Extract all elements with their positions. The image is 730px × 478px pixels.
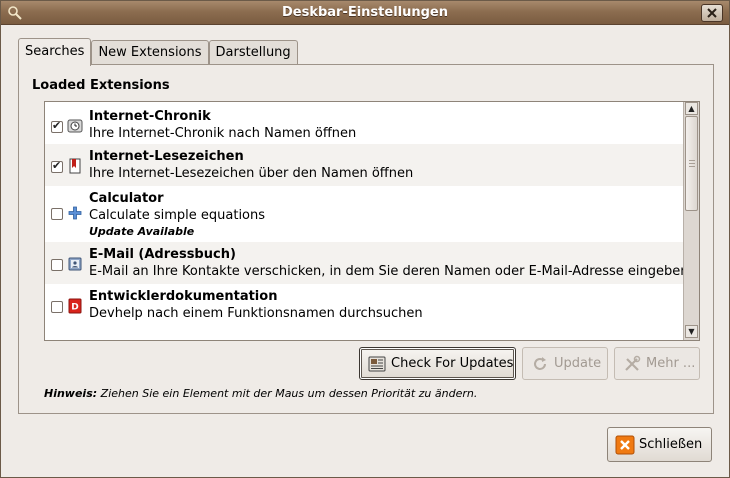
update-button[interactable]: Update [522, 347, 608, 380]
enable-checkbox[interactable] [51, 159, 63, 173]
close-dialog-icon [614, 434, 636, 456]
extensions-list: Internet-Chronik Ihre Internet-Chronik n… [44, 101, 700, 341]
tab-new-extensions[interactable]: New Extensions [91, 40, 209, 66]
scroll-down-arrow-icon[interactable]: ▼ [685, 325, 698, 338]
devhelp-icon: D [68, 298, 82, 314]
extensions-list-viewport: Internet-Chronik Ihre Internet-Chronik n… [45, 102, 683, 340]
title-bar[interactable]: Deskbar-Einstellungen [1, 1, 729, 25]
extension-name: E-Mail (Adressbuch) [89, 247, 236, 262]
list-item[interactable]: Internet-Chronik Ihre Internet-Chronik n… [45, 102, 683, 144]
plus-icon [68, 206, 82, 220]
searches-panel: Loaded Extensions Internet-Chronik Ihre … [18, 64, 714, 414]
tab-darstellung[interactable]: Darstellung [208, 40, 298, 66]
extension-description: Calculate simple equations [89, 208, 266, 223]
list-item[interactable]: Calculator Calculate simple equations Up… [45, 186, 683, 242]
check-for-updates-button[interactable]: Check For Updates [359, 347, 516, 380]
more-label: Mehr ... [646, 356, 696, 371]
enable-checkbox[interactable] [51, 259, 63, 271]
scroll-up-arrow-icon[interactable]: ▲ [685, 102, 698, 115]
scroll-grip [689, 166, 695, 167]
loaded-extensions-heading: Loaded Extensions [32, 78, 170, 93]
tab-searches[interactable]: Searches [18, 38, 92, 66]
enable-checkbox[interactable] [51, 119, 63, 133]
extension-description: Devhelp nach einem Funktionsnamen durchs… [89, 306, 423, 321]
close-button[interactable]: Schließen [607, 427, 712, 462]
scroll-grip [689, 160, 695, 161]
tab-bar: Searches New Extensions Darstellung [18, 38, 298, 66]
hint-text: Hinweis: Ziehen Sie ein Element mit der … [44, 387, 477, 400]
check-for-updates-label: Check For Updates [391, 356, 514, 371]
extension-description: Ihre Internet-Chronik nach Namen öffnen [89, 126, 357, 141]
extension-name: Calculator [89, 191, 164, 206]
scroll-grip [689, 163, 695, 164]
bookmark-icon [69, 158, 81, 174]
refresh-icon [529, 353, 551, 375]
check-updates-icon [366, 353, 388, 375]
svg-text:D: D [71, 303, 78, 313]
extension-name: Entwicklerdokumentation [89, 289, 278, 304]
hint-body: Ziehen Sie ein Element mit der Maus um d… [97, 387, 478, 400]
list-scrollbar[interactable]: ▲ ▼ [683, 102, 699, 340]
update-label: Update [554, 356, 602, 371]
more-button[interactable]: Mehr ... [614, 347, 700, 380]
hint-label: Hinweis: [44, 387, 98, 400]
close-icon [707, 8, 717, 18]
extension-description: Ihre Internet-Lesezeichen über den Namen… [89, 166, 414, 181]
list-item[interactable]: Internet-Lesezeichen Ihre Internet-Lesez… [45, 144, 683, 186]
enable-checkbox[interactable] [51, 301, 63, 313]
enable-checkbox[interactable] [51, 208, 63, 220]
list-item[interactable]: E-Mail (Adressbuch) E-Mail an Ihre Konta… [45, 242, 683, 284]
extension-description: E-Mail an Ihre Kontakte verschicken, in … [89, 264, 683, 279]
window-close-button[interactable] [701, 4, 723, 22]
extension-name: Internet-Lesezeichen [89, 149, 244, 164]
close-label: Schließen [639, 437, 703, 452]
preferences-window: Deskbar-Einstellungen Searches New Exten… [0, 0, 730, 478]
list-item[interactable]: D Entwicklerdokumentation Devhelp nach e… [45, 284, 683, 326]
scroll-thumb[interactable] [685, 116, 698, 211]
extension-name: Internet-Chronik [89, 109, 211, 124]
addressbook-icon [68, 257, 82, 271]
tools-icon [621, 353, 643, 375]
window-title: Deskbar-Einstellungen [281, 5, 449, 20]
history-icon [67, 119, 83, 133]
update-available-label: Update Available [89, 225, 195, 238]
